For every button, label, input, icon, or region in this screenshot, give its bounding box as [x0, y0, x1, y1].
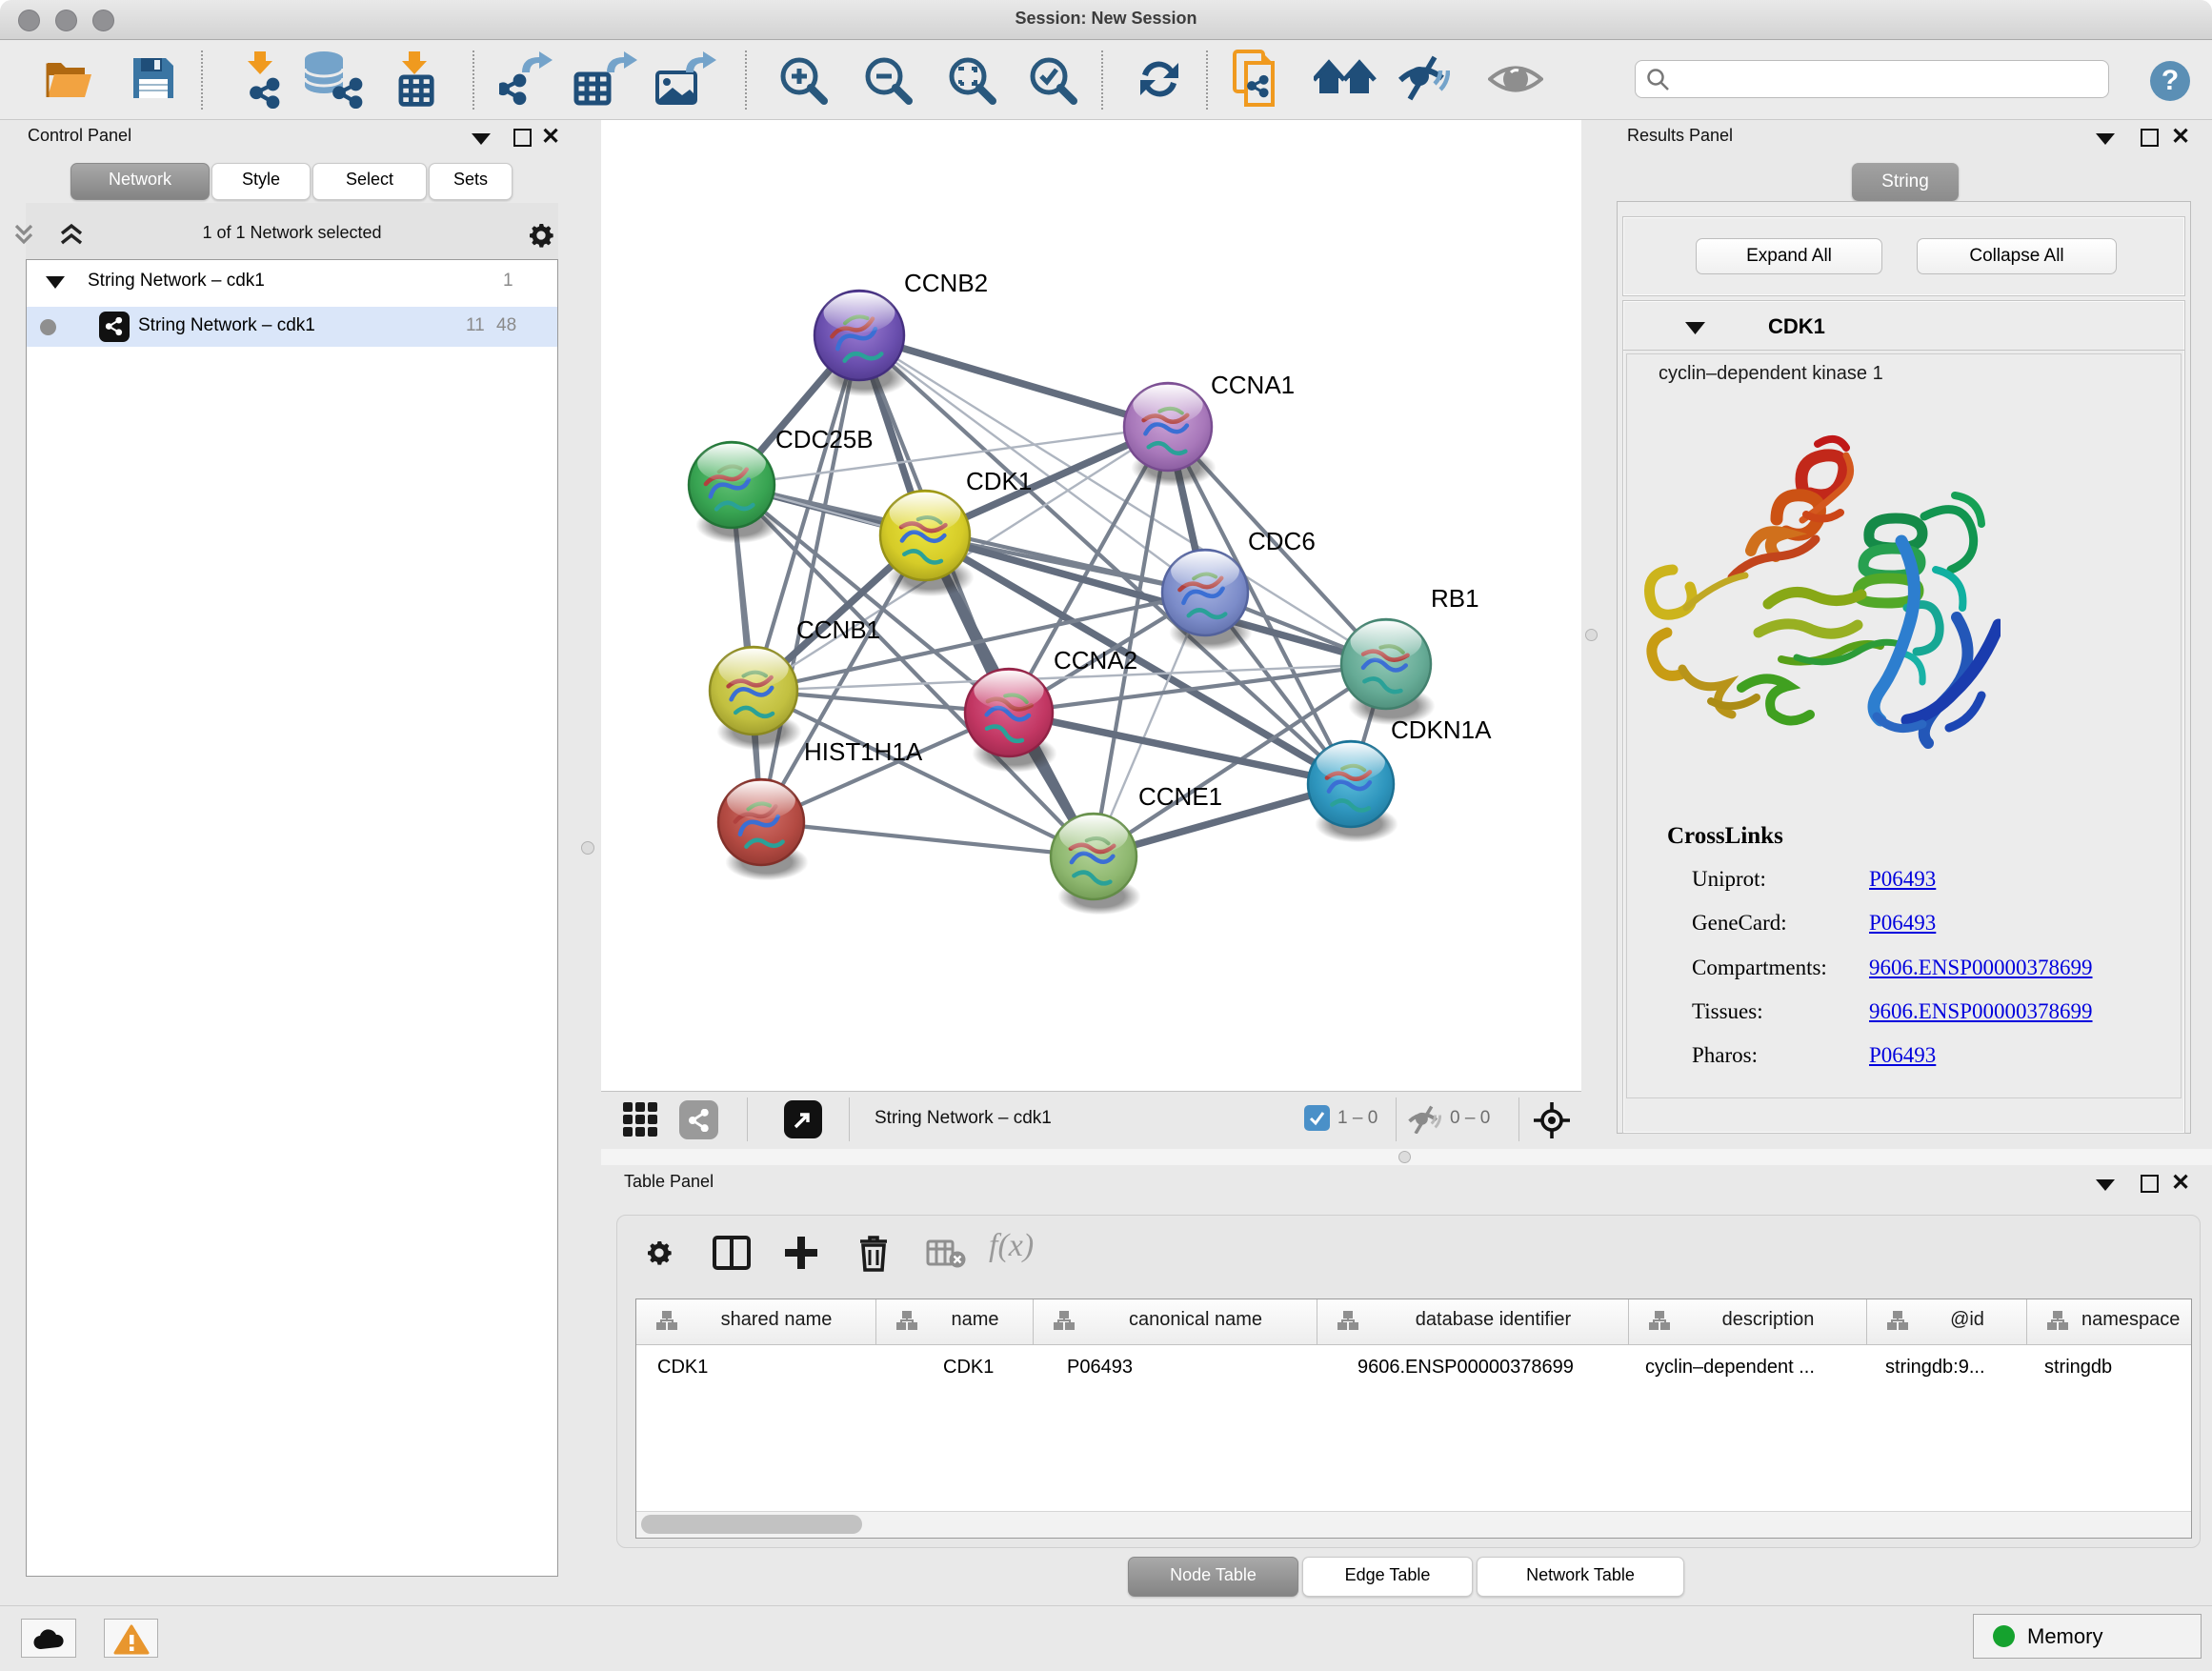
- svg-text:CDKN1A: CDKN1A: [1391, 715, 1492, 744]
- svg-text:HIST1H1A: HIST1H1A: [804, 737, 923, 766]
- svg-text:CDC25B: CDC25B: [775, 425, 874, 453]
- svg-text:CCNA1: CCNA1: [1211, 371, 1295, 399]
- svg-text:CCNA2: CCNA2: [1054, 646, 1137, 674]
- svg-text:CCNB2: CCNB2: [904, 269, 988, 297]
- svg-text:RB1: RB1: [1431, 584, 1479, 613]
- svg-text:CDK1: CDK1: [966, 467, 1032, 495]
- svg-text:CCNE1: CCNE1: [1138, 782, 1222, 811]
- svg-text:CCNB1: CCNB1: [796, 615, 880, 644]
- svg-text:CDC6: CDC6: [1248, 527, 1316, 555]
